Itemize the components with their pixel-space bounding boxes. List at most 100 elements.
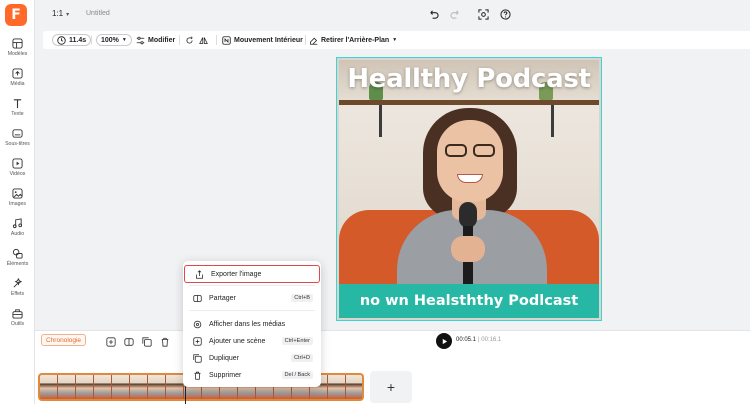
feedback-button[interactable]: [476, 7, 490, 21]
trash-icon: [161, 337, 169, 347]
menu-item-label: Supprimer: [209, 371, 242, 379]
modify-button[interactable]: Modifier: [136, 34, 175, 46]
layout-icon: [12, 38, 23, 49]
redo-button[interactable]: [448, 7, 462, 21]
app-logo[interactable]: F: [5, 4, 27, 26]
menu-item-delete[interactable]: Supprimer Del / Back: [183, 367, 321, 383]
sidebar-item-label: Vidéos: [9, 171, 26, 177]
delete-tool-button[interactable]: [159, 336, 171, 348]
left-sidebar: F Modèles Média Texte Sous-titres Vidéos…: [0, 0, 35, 404]
sidebar-item-label: Éléments: [6, 261, 29, 267]
menu-item-share[interactable]: Partager Ctrl+B: [183, 290, 321, 306]
sidebar-item-label: Audio: [10, 231, 25, 237]
elements-icon: [12, 248, 23, 259]
add-scene-icon: [193, 336, 202, 346]
menu-divider: [189, 310, 315, 311]
sidebar-item-images[interactable]: Images: [0, 188, 35, 214]
clip-thumbnail: [166, 375, 184, 399]
effects-icon: [13, 278, 23, 288]
menu-item-show-in-media[interactable]: Afficher dans les médias: [183, 316, 321, 332]
document-title[interactable]: Untitled: [86, 10, 110, 17]
sidebar-item-modeles[interactable]: Modèles: [0, 38, 35, 64]
clip-thumbnail: [130, 375, 148, 399]
toolbox-icon: [12, 309, 23, 319]
modify-label: Modifier: [148, 36, 176, 44]
undo-button[interactable]: [426, 7, 440, 21]
music-icon: [12, 218, 23, 229]
flip-icon: [199, 36, 208, 44]
sidebar-item-texte[interactable]: Texte: [0, 98, 35, 124]
context-menu: Exporter l'image Partager Ctrl+B Affiche…: [183, 261, 321, 387]
duration-button[interactable]: 11.4s: [52, 34, 92, 46]
timeline-panel: Chronologie 00:05.1 | 00:16.1 +: [35, 330, 750, 404]
sidebar-item-elements[interactable]: Éléments: [0, 248, 35, 274]
remove-background-label: Retirer l'Arrière-Plan: [321, 36, 390, 44]
sidebar-item-media[interactable]: Média: [0, 68, 35, 94]
person-face: [437, 120, 503, 202]
clip-thumbnail: [112, 375, 130, 399]
design-canvas[interactable]: Heallthy Podcast no wn Healsththy Podlca…: [336, 57, 602, 321]
menu-divider: [189, 285, 315, 286]
add-scene-button[interactable]: +: [370, 371, 412, 403]
flip-button[interactable]: [199, 34, 211, 46]
add-scene-tool-button[interactable]: [105, 336, 117, 348]
rotate-icon: [186, 35, 193, 44]
image-icon: [12, 188, 23, 199]
sidebar-item-label: Média: [10, 81, 25, 87]
shelf-bracket: [551, 105, 559, 137]
share-icon: [193, 294, 202, 302]
eraser-icon: [310, 37, 318, 45]
duplicate-tool-button[interactable]: [141, 336, 153, 348]
redo-icon: [449, 9, 459, 19]
shelf-bracket: [379, 105, 387, 137]
clip-thumbnail: [94, 375, 112, 399]
text-icon: [13, 99, 22, 109]
clip-thumbnail: [346, 375, 362, 399]
duration-value: 11.4s: [69, 36, 87, 44]
motion-label: Mouvement Intérieur: [234, 36, 303, 44]
total-time: | 00:16.1: [478, 337, 502, 343]
aspect-ratio-dropdown[interactable]: 1:1 ▾: [52, 9, 69, 18]
sidebar-item-videos[interactable]: Vidéos: [0, 158, 35, 184]
menu-item-label: Ajouter une scène: [209, 337, 266, 345]
menu-item-export-image[interactable]: Exporter l'image: [184, 265, 320, 283]
rotate-button[interactable]: [185, 34, 197, 46]
focus-icon: [477, 8, 489, 20]
motion-icon: [222, 35, 231, 45]
menu-item-add-scene[interactable]: Ajouter une scène Ctrl+Enter: [183, 333, 321, 349]
timeline-tools: [105, 336, 171, 348]
video-icon: [12, 158, 23, 169]
sidebar-item-label: Images: [8, 201, 26, 207]
help-button[interactable]: [498, 7, 512, 21]
person-hand: [451, 236, 485, 262]
help-icon: [499, 8, 511, 20]
canvas-banner-text[interactable]: no wn Healsththy Podlcast: [339, 284, 599, 318]
clock-icon: [57, 35, 66, 45]
menu-item-duplicate[interactable]: Dupliquer Ctrl+D: [183, 350, 321, 366]
toolbar-divider: [305, 35, 306, 45]
clip-thumbnail: [76, 375, 94, 399]
add-box-icon: [106, 337, 116, 347]
history-controls: [426, 7, 462, 21]
chevron-down-icon: ▼: [392, 37, 398, 43]
sliders-icon: [136, 36, 145, 44]
zoom-dropdown[interactable]: 100% ▼: [96, 34, 132, 46]
clip-thumbnail: [58, 375, 76, 399]
sidebar-item-label: Modèles: [7, 51, 28, 57]
chronology-tab[interactable]: Chronologie: [41, 334, 87, 346]
person-glasses: [445, 144, 497, 158]
split-icon: [124, 338, 134, 346]
motion-button[interactable]: Mouvement Intérieur: [222, 34, 303, 46]
sidebar-item-outils[interactable]: Outils: [0, 308, 35, 334]
canvas-headline-text[interactable]: Heallthy Podcast: [337, 64, 601, 94]
sidebar-item-audio[interactable]: Audio: [0, 218, 35, 244]
split-button[interactable]: [123, 336, 135, 348]
current-time: 00:05.1: [456, 337, 477, 343]
play-button[interactable]: [436, 333, 452, 349]
sidebar-item-sous-titres[interactable]: Sous-titres: [0, 128, 35, 154]
sidebar-item-effets[interactable]: Effets: [0, 278, 35, 304]
trash-icon: [194, 371, 201, 380]
remove-background-button[interactable]: Retirer l'Arrière-Plan ▼: [309, 34, 397, 46]
clip-thumbnail: [328, 375, 346, 399]
sidebar-item-label: Sous-titres: [5, 141, 30, 147]
